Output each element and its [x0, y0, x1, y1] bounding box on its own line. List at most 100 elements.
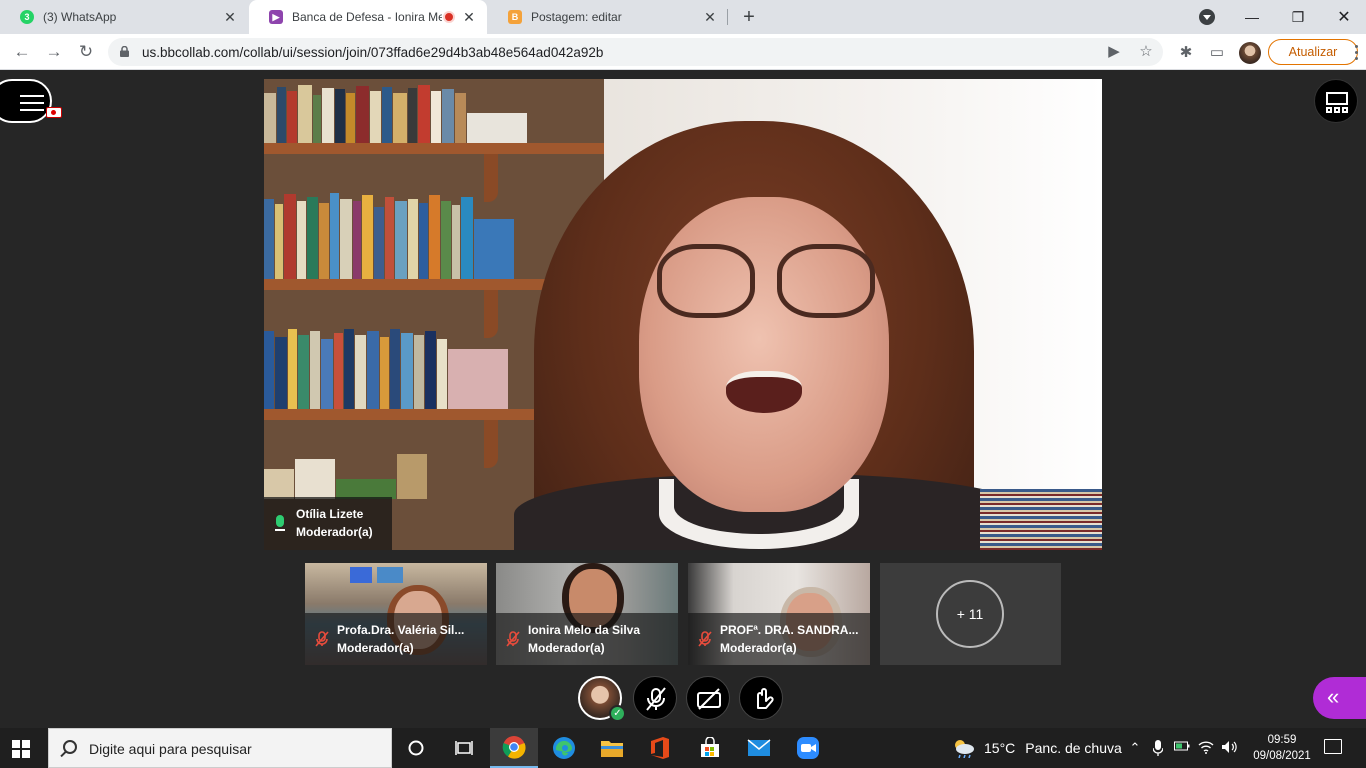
search-icon — [63, 740, 77, 754]
glasses-left — [657, 244, 755, 318]
cortana-icon — [408, 740, 424, 756]
collaborate-icon: ▶ — [269, 10, 283, 24]
weather-temperature: 15°C — [984, 740, 1016, 756]
raise-hand-button[interactable] — [739, 676, 783, 720]
recording-indicator-icon — [443, 11, 455, 23]
layout-icon — [1326, 92, 1348, 105]
forward-button[interactable]: → — [42, 40, 66, 64]
main-speaker-video[interactable]: Otília Lizete Moderador(a) — [264, 79, 1102, 550]
show-hidden-icons-chevron-icon[interactable]: ⌃ — [1127, 740, 1143, 756]
tab-postagem[interactable]: B Postagem: editar ✕ — [488, 0, 728, 34]
wifi-icon[interactable] — [1198, 740, 1214, 756]
participant-role: Moderador(a) — [720, 641, 797, 655]
close-window-button[interactable]: ✕ — [1321, 0, 1366, 34]
restore-button[interactable]: ❐ — [1275, 0, 1321, 34]
microphone-muted-icon — [506, 631, 520, 647]
edge-icon — [553, 737, 575, 759]
office-icon — [651, 737, 669, 759]
browser-menu-icon[interactable] — [1355, 45, 1359, 61]
tab-banca-de-defesa[interactable]: ▶ Banca de Defesa - Ionira Me ✕ — [249, 0, 487, 34]
participant-label: Ionira Melo da Silva Moderador(a) — [496, 613, 678, 665]
taskbar-zoom[interactable] — [784, 728, 832, 768]
browser-tab-bar: 3 (3) WhatsApp ✕ ▶ Banca de Defesa - Ion… — [0, 0, 1366, 34]
weather-widget[interactable]: 15°C Panc. de chuva — [952, 738, 1122, 758]
address-bar[interactable]: us.bbcollab.com/collab/ui/session/join/0… — [108, 38, 1163, 66]
taskbar-office[interactable] — [636, 728, 684, 768]
status-check-icon: ✓ — [609, 705, 626, 722]
taskbar-chrome[interactable] — [490, 728, 538, 768]
camera-toggle-button[interactable] — [686, 676, 730, 720]
minimize-button[interactable]: — — [1229, 0, 1275, 34]
open-collaborate-panel-button[interactable]: « — [1313, 677, 1366, 719]
more-participants-tile[interactable]: + 11 — [880, 563, 1061, 665]
microphone-on-icon — [275, 515, 285, 531]
speaker-name-tag: Otília Lizete Moderador(a) — [264, 497, 392, 550]
url-text[interactable]: us.bbcollab.com/collab/ui/session/join/0… — [142, 45, 603, 60]
session-menu-button[interactable] — [0, 79, 52, 123]
windows-taskbar: Digite aqui para pesquisar 15°C Panc. de… — [0, 728, 1366, 768]
participant-role: Moderador(a) — [528, 641, 605, 655]
tab-title: Banca de Defesa - Ionira Me — [292, 10, 442, 24]
notification-center-icon[interactable] — [1324, 739, 1342, 754]
participant-name: Ionira Melo da Silva — [528, 623, 641, 637]
cortana-button[interactable] — [392, 728, 440, 768]
participant-label: PROFª. DRA. SANDRA... Moderador(a) — [688, 613, 870, 665]
participant-name: PROFª. DRA. SANDRA... — [720, 623, 859, 637]
reload-button[interactable]: ↻ — [74, 40, 98, 64]
participant-tile[interactable]: PROFª. DRA. SANDRA... Moderador(a) — [688, 563, 870, 665]
volume-icon[interactable] — [1221, 740, 1237, 756]
close-tab-icon[interactable]: ✕ — [461, 9, 477, 26]
glasses-right — [777, 244, 875, 318]
more-participants-count[interactable]: + 11 — [936, 580, 1004, 648]
tab-title: (3) WhatsApp — [43, 10, 117, 24]
taskbar-mail[interactable] — [735, 728, 783, 768]
whatsapp-icon: 3 — [20, 10, 34, 24]
participant-role: Moderador(a) — [337, 641, 414, 655]
speaker-name: Otília Lizete — [296, 507, 364, 521]
raise-hand-icon — [757, 688, 774, 709]
microphone-muted-icon — [315, 631, 329, 647]
recording-badge-icon — [46, 107, 62, 118]
close-tab-icon[interactable]: ✕ — [222, 9, 238, 26]
tab-separator — [727, 9, 728, 25]
cast-icon[interactable]: ▭ — [1207, 43, 1227, 63]
taskbar-store[interactable] — [686, 728, 734, 768]
taskbar-file-explorer[interactable] — [588, 728, 636, 768]
tab-search-icon[interactable] — [1199, 9, 1215, 25]
layout-toggle-button[interactable] — [1314, 79, 1358, 123]
taskbar-edge[interactable] — [540, 728, 588, 768]
blogger-icon: B — [508, 10, 522, 24]
hamburger-icon — [20, 95, 44, 116]
taskbar-search-placeholder[interactable]: Digite aqui para pesquisar — [89, 741, 252, 757]
close-tab-icon[interactable]: ✕ — [702, 9, 718, 26]
microphone-tray-icon[interactable] — [1150, 740, 1166, 756]
new-tab-button[interactable]: + — [738, 4, 760, 30]
double-chevron-left-icon: « — [1327, 684, 1340, 709]
participant-name: Profa.Dra. Valéria Sil... — [337, 623, 465, 637]
battery-icon[interactable] — [1174, 740, 1190, 756]
zoom-icon — [797, 737, 819, 759]
microphone-off-icon — [646, 687, 666, 711]
speaker-role: Moderador(a) — [296, 525, 373, 539]
update-button[interactable]: Atualizar — [1268, 39, 1358, 65]
extensions-icon[interactable]: ✱ — [1176, 43, 1196, 63]
camera-permission-icon[interactable]: ▶ — [1105, 43, 1123, 61]
back-button[interactable]: ← — [10, 40, 34, 64]
profile-avatar[interactable] — [1239, 42, 1261, 64]
participant-tile[interactable]: Ionira Melo da Silva Moderador(a) — [496, 563, 678, 665]
participant-label: Profa.Dra. Valéria Sil... Moderador(a) — [305, 613, 487, 665]
folder-icon — [601, 741, 623, 757]
speaker-face — [639, 197, 889, 512]
bookmark-star-icon[interactable]: ☆ — [1137, 43, 1155, 61]
microphone-muted-icon — [698, 631, 712, 647]
participant-tile[interactable]: Profa.Dra. Valéria Sil... Moderador(a) — [305, 563, 487, 665]
tab-whatsapp[interactable]: 3 (3) WhatsApp ✕ — [0, 0, 248, 34]
weather-rain-icon — [955, 740, 974, 758]
microphone-toggle-button[interactable] — [633, 676, 677, 720]
weather-description: Panc. de chuva — [1025, 740, 1122, 756]
task-view-button[interactable] — [440, 728, 488, 768]
lock-icon[interactable] — [120, 46, 129, 57]
taskbar-search-box[interactable]: Digite aqui para pesquisar — [48, 728, 392, 768]
taskbar-clock[interactable]: 09:59 09/08/2021 — [1252, 732, 1312, 764]
windows-start-icon[interactable] — [12, 740, 30, 758]
